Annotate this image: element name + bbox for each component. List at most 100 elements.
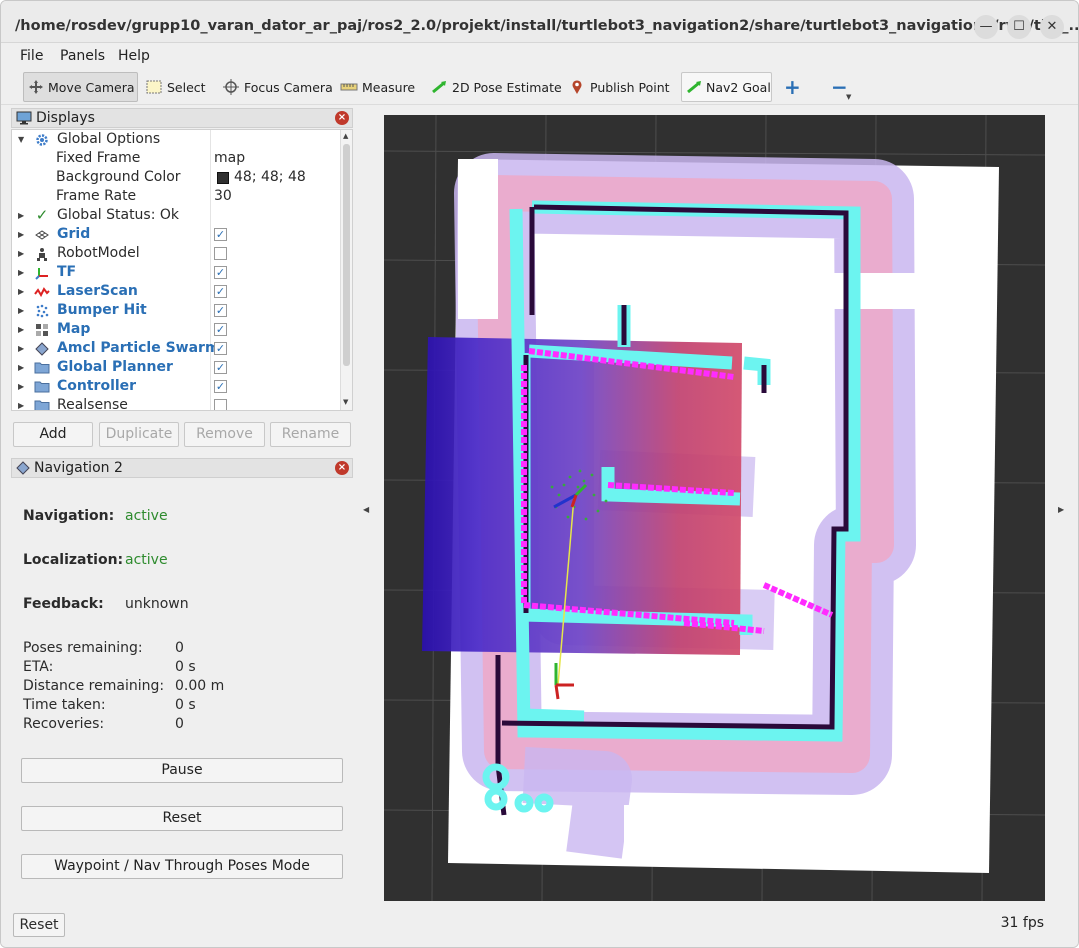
add-button[interactable]: Add: [13, 422, 93, 447]
left-splitter[interactable]: ◀: [361, 105, 371, 905]
rename-button[interactable]: Rename: [270, 422, 351, 447]
global-status-label: Global Status: Ok: [57, 207, 180, 223]
focus-camera-tool[interactable]: Focus Camera: [218, 72, 337, 102]
move-camera-tool[interactable]: Move Camera: [23, 72, 138, 102]
tree-row-background-color[interactable]: Background Color 48; 48; 48: [12, 168, 342, 187]
tool-dropdown-icon[interactable]: ▼: [846, 93, 851, 101]
collapsed-arrow-icon[interactable]: ▶: [18, 244, 24, 263]
map-free-space: [676, 273, 916, 309]
collapsed-arrow-icon[interactable]: ▶: [18, 377, 24, 396]
displays-scrollbar[interactable]: ▲ ▼: [340, 130, 352, 410]
tree-row-global-planner[interactable]: ▶ Global Planner ✓: [12, 358, 342, 377]
tree-row-bumper-hit[interactable]: ▶ Bumper Hit ✓: [12, 301, 342, 320]
checkmark-icon: ✓: [35, 206, 49, 224]
fixed-frame-value[interactable]: map: [214, 149, 245, 168]
reset-view-button[interactable]: Reset: [13, 913, 65, 937]
remove-button[interactable]: Remove: [184, 422, 265, 447]
collapsed-arrow-icon[interactable]: ▶: [18, 282, 24, 301]
right-splitter[interactable]: ▶: [1054, 115, 1068, 901]
tree-row-global-options[interactable]: ▼ Global Options: [12, 130, 342, 149]
close-displays-icon[interactable]: ×: [335, 111, 349, 125]
collapsed-arrow-icon[interactable]: ▶: [18, 206, 24, 225]
realsense-checkbox[interactable]: [214, 399, 227, 410]
publish-point-label: Publish Point: [590, 79, 670, 95]
menu-panels[interactable]: Panels: [60, 48, 105, 64]
tree-row-laserscan[interactable]: ▶ LaserScan ✓: [12, 282, 342, 301]
frame-rate-value[interactable]: 30: [214, 187, 232, 206]
pose-estimate-tool[interactable]: 2D Pose Estimate: [426, 72, 566, 102]
render-view[interactable]: [384, 115, 1045, 901]
scroll-down-icon[interactable]: ▼: [343, 398, 348, 406]
focus-camera-icon: [222, 79, 240, 95]
map-free-space: [624, 805, 924, 865]
global-planner-checkbox[interactable]: ✓: [214, 361, 227, 374]
measure-tool[interactable]: Measure: [336, 72, 419, 102]
tree-row-controller[interactable]: ▶ Controller ✓: [12, 377, 342, 396]
bumper-hit-checkbox[interactable]: ✓: [214, 304, 227, 317]
tree-row-tf[interactable]: ▶ TF ✓: [12, 263, 342, 282]
collapsed-arrow-icon[interactable]: ▶: [18, 358, 24, 377]
tree-row-frame-rate[interactable]: Frame Rate 30: [12, 187, 342, 206]
tree-row-robotmodel[interactable]: ▶ RobotModel: [12, 244, 342, 263]
collapsed-arrow-icon[interactable]: ▶: [18, 263, 24, 282]
waypoint-mode-button[interactable]: Waypoint / Nav Through Poses Mode: [21, 854, 343, 879]
duplicate-button[interactable]: Duplicate: [99, 422, 179, 447]
amcl-particle-swarm-checkbox[interactable]: ✓: [214, 342, 227, 355]
pause-button[interactable]: Pause: [21, 758, 343, 783]
collapsed-arrow-icon[interactable]: ▶: [18, 301, 24, 320]
eta-value: 0 s: [175, 659, 196, 675]
scrollbar-thumb[interactable]: [343, 144, 350, 366]
close-window-button[interactable]: ✕: [1040, 15, 1064, 39]
minimize-button[interactable]: —: [974, 15, 998, 39]
select-tool[interactable]: Select: [141, 72, 210, 102]
color-swatch[interactable]: [217, 172, 229, 184]
collapsed-arrow-icon[interactable]: ▶: [18, 396, 24, 410]
grid-checkbox[interactable]: ✓: [214, 228, 227, 241]
folder-icon: [34, 398, 50, 410]
rviz-window: /home/rosdev/grupp10_varan_dator_ar_paj/…: [0, 0, 1079, 948]
collapsed-arrow-icon[interactable]: ▶: [18, 339, 24, 358]
menu-bar: File Panels Help: [1, 44, 1078, 69]
nav2-goal-tool[interactable]: Nav2 Goal: [681, 72, 772, 102]
localization-status-label: Localization:: [23, 552, 124, 568]
bumper-hit-label: Bumper Hit: [57, 302, 147, 318]
tree-row-global-status[interactable]: ▶ ✓ Global Status: Ok: [12, 206, 342, 225]
fps-indicator: 31 fps: [1000, 915, 1044, 931]
scroll-up-icon[interactable]: ▲: [343, 132, 348, 140]
controller-label: Controller: [57, 378, 137, 394]
background-color-value[interactable]: 48; 48; 48: [234, 168, 306, 187]
robotmodel-checkbox[interactable]: [214, 247, 227, 260]
laserscan-checkbox[interactable]: ✓: [214, 285, 227, 298]
collapsed-arrow-icon[interactable]: ▶: [18, 320, 24, 339]
tree-row-amcl-particle-swarm[interactable]: ▶ Amcl Particle Swarm ✓: [12, 339, 342, 358]
tree-row-grid[interactable]: ▶ Grid ✓: [12, 225, 342, 244]
map-label: Map: [57, 321, 91, 337]
add-tool-icon[interactable]: +: [780, 72, 805, 102]
menu-file[interactable]: File: [20, 48, 43, 64]
tree-row-map[interactable]: ▶ Map ✓: [12, 320, 342, 339]
expanded-arrow-icon[interactable]: ▼: [18, 130, 24, 149]
navigation-status-value: active: [125, 508, 168, 524]
tf-label: TF: [57, 264, 77, 280]
collapse-right-icon[interactable]: ▶: [1058, 505, 1064, 514]
maximize-button[interactable]: ☐: [1007, 15, 1031, 39]
distance-remaining-value: 0.00 m: [175, 678, 225, 694]
publish-point-tool[interactable]: Publish Point: [564, 72, 674, 102]
displays-tree: ▼ Global Options Fixed Frame map Backgro…: [11, 129, 353, 411]
realsense-label: Realsense: [57, 397, 128, 411]
map-checkbox[interactable]: ✓: [214, 323, 227, 336]
tree-row-realsense[interactable]: ▶ Realsense: [12, 396, 342, 411]
tf-checkbox[interactable]: ✓: [214, 266, 227, 279]
menu-help[interactable]: Help: [118, 48, 150, 64]
fixed-frame-label: Fixed Frame: [56, 150, 141, 166]
dots-icon: [34, 303, 50, 318]
controller-checkbox[interactable]: ✓: [214, 380, 227, 393]
navigation-panel-header: Navigation 2 ×: [11, 458, 353, 478]
collapsed-arrow-icon[interactable]: ▶: [18, 225, 24, 244]
map-render[interactable]: [384, 115, 1045, 901]
time-taken-value: 0 s: [175, 697, 196, 713]
close-navigation-icon[interactable]: ×: [335, 461, 349, 475]
nav-reset-button[interactable]: Reset: [21, 806, 343, 831]
collapse-left-icon[interactable]: ◀: [363, 505, 369, 514]
tree-row-fixed-frame[interactable]: Fixed Frame map: [12, 149, 342, 168]
